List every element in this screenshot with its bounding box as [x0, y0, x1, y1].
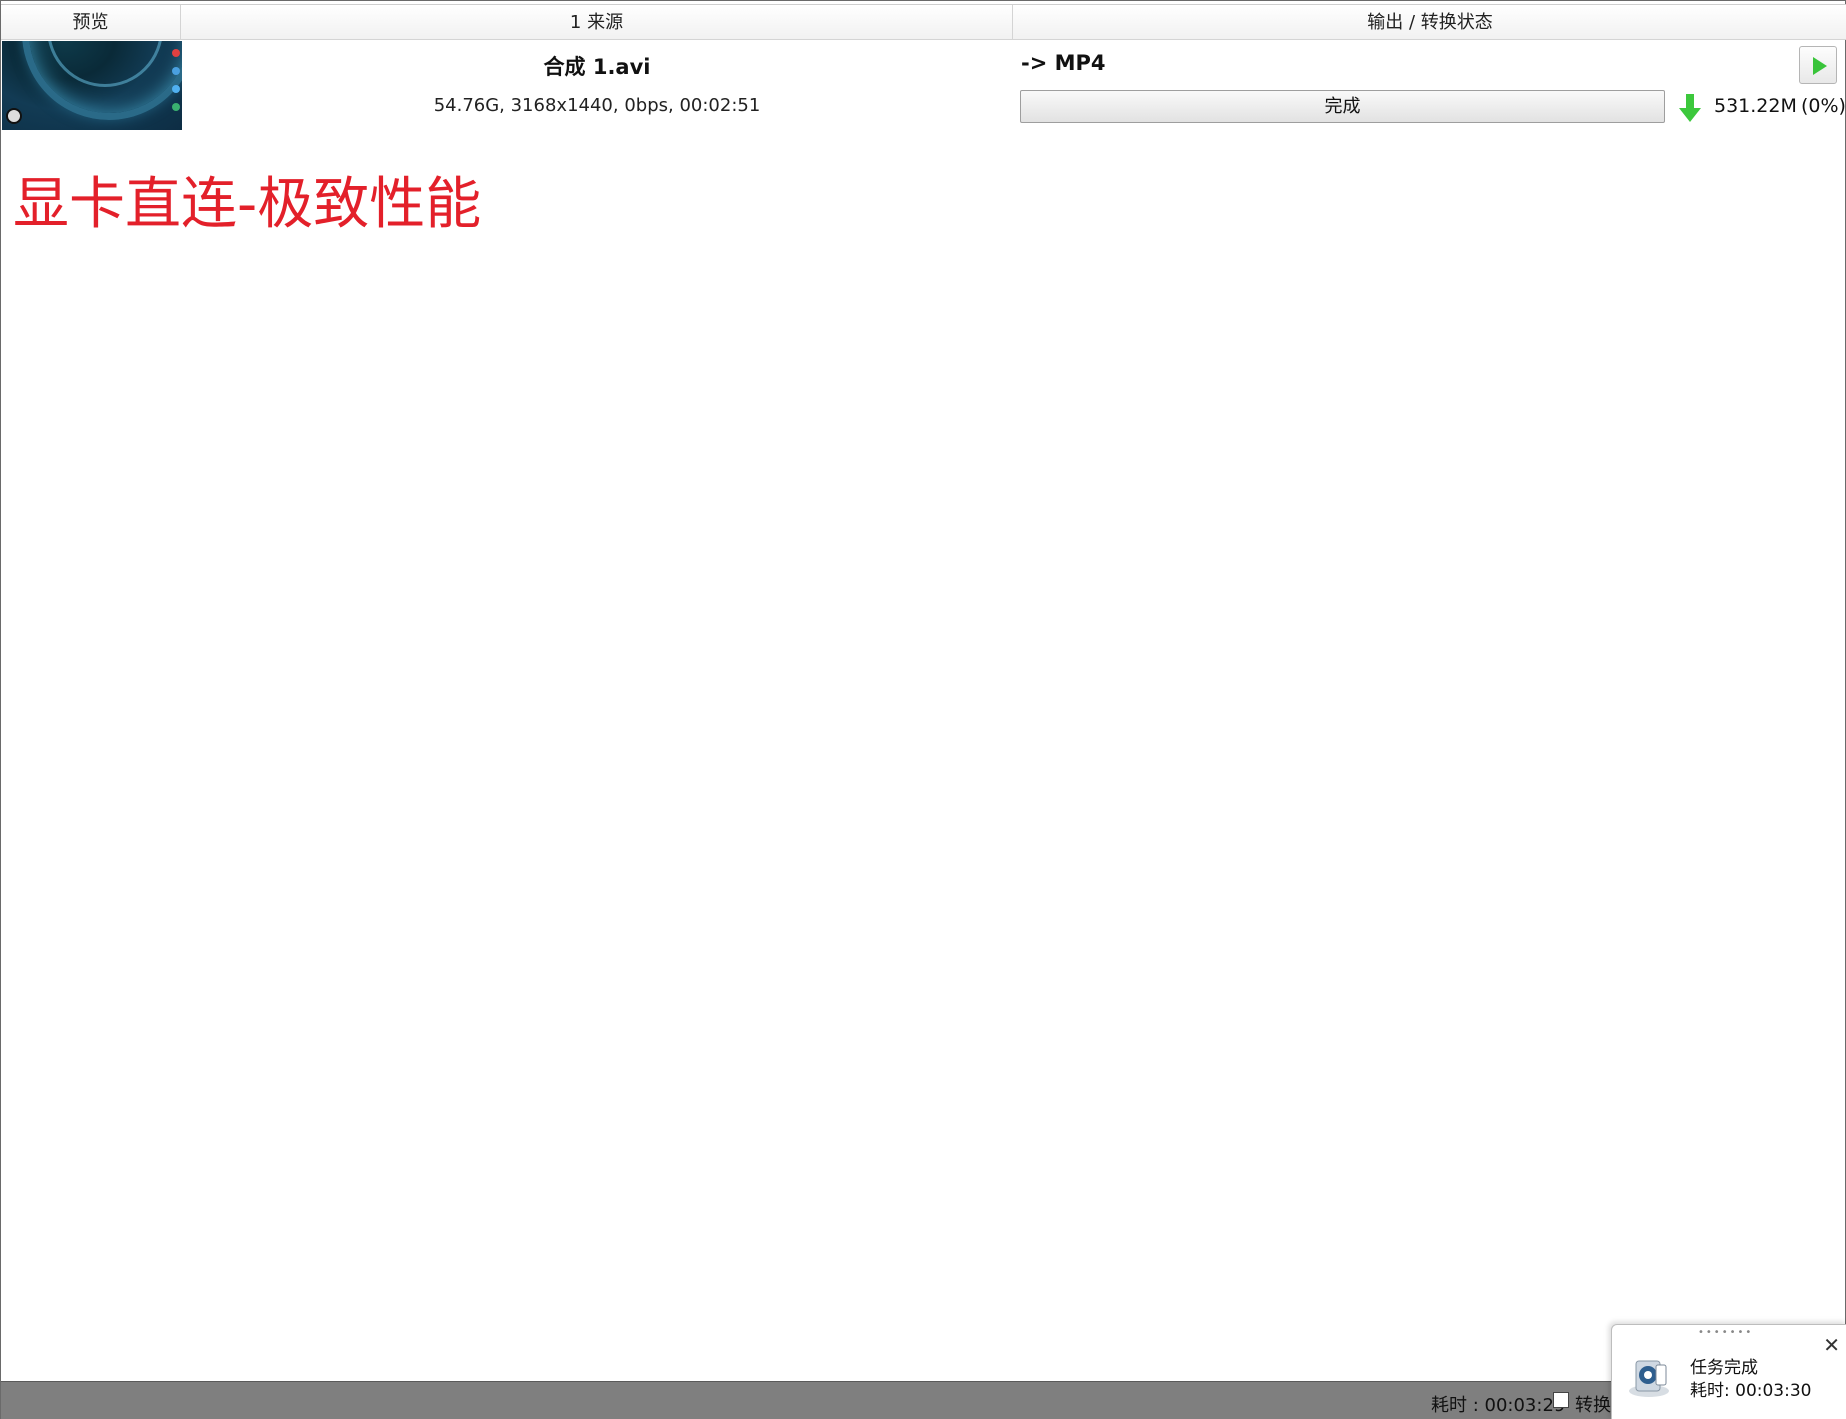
- close-icon[interactable]: ✕: [1823, 1335, 1840, 1355]
- notification-elapsed: 耗时: 00:03:30: [1690, 1381, 1812, 1401]
- output-size: 531.22M: [1714, 95, 1797, 117]
- column-header-output[interactable]: 输出 / 转换状态: [1013, 5, 1846, 40]
- column-header-source[interactable]: 1 来源: [181, 5, 1013, 40]
- play-icon: [1813, 57, 1827, 75]
- convert-checkbox-label[interactable]: 转换: [1575, 1391, 1611, 1417]
- convert-checkbox[interactable]: [1553, 1392, 1569, 1408]
- list-header: 预览 1 来源 输出 / 转换状态: [1, 4, 1846, 40]
- elapsed-time: 耗时 : 00:03:29: [1431, 1395, 1566, 1416]
- output-format[interactable]: -> MP4: [1021, 51, 1106, 75]
- notification-title: 任务完成: [1690, 1358, 1758, 1378]
- conversion-status-button[interactable]: 完成: [1020, 90, 1665, 123]
- promo-overlay-text: 显卡直连-极致性能: [13, 172, 482, 237]
- source-file-name: 合成 1.avi: [543, 55, 651, 79]
- thumbnail-dot-blue2: [172, 85, 180, 93]
- app-window: 预览 1 来源 输出 / 转换状态 合成 1.avi 54.76G, 3168x…: [0, 0, 1846, 1419]
- column-header-preview[interactable]: 预览: [1, 5, 181, 40]
- thumbnail-dot-blue: [172, 67, 180, 75]
- thumbnail-dot-red: [172, 49, 180, 57]
- task-row[interactable]: 合成 1.avi 54.76G, 3168x1440, 0bps, 00:02:…: [1, 41, 1846, 131]
- status-bar: 耗时 : 00:03:29 转换: [1, 1381, 1846, 1419]
- down-arrow-icon: [1679, 94, 1701, 122]
- thumbnail-badge-icon: [6, 108, 22, 124]
- task-complete-notification[interactable]: ••••••• ✕ 任务完成 耗时: 00:03:30: [1611, 1324, 1846, 1419]
- thumbnail-dot-green: [172, 103, 180, 111]
- app-logo-icon: [1629, 1360, 1669, 1397]
- grip-icon[interactable]: •••••••: [1698, 1327, 1753, 1338]
- output-percent: (0%): [1801, 95, 1846, 117]
- preview-thumbnail[interactable]: [2, 41, 182, 130]
- source-file-info: 54.76G, 3168x1440, 0bps, 00:02:51: [433, 95, 761, 116]
- play-button[interactable]: [1799, 46, 1837, 84]
